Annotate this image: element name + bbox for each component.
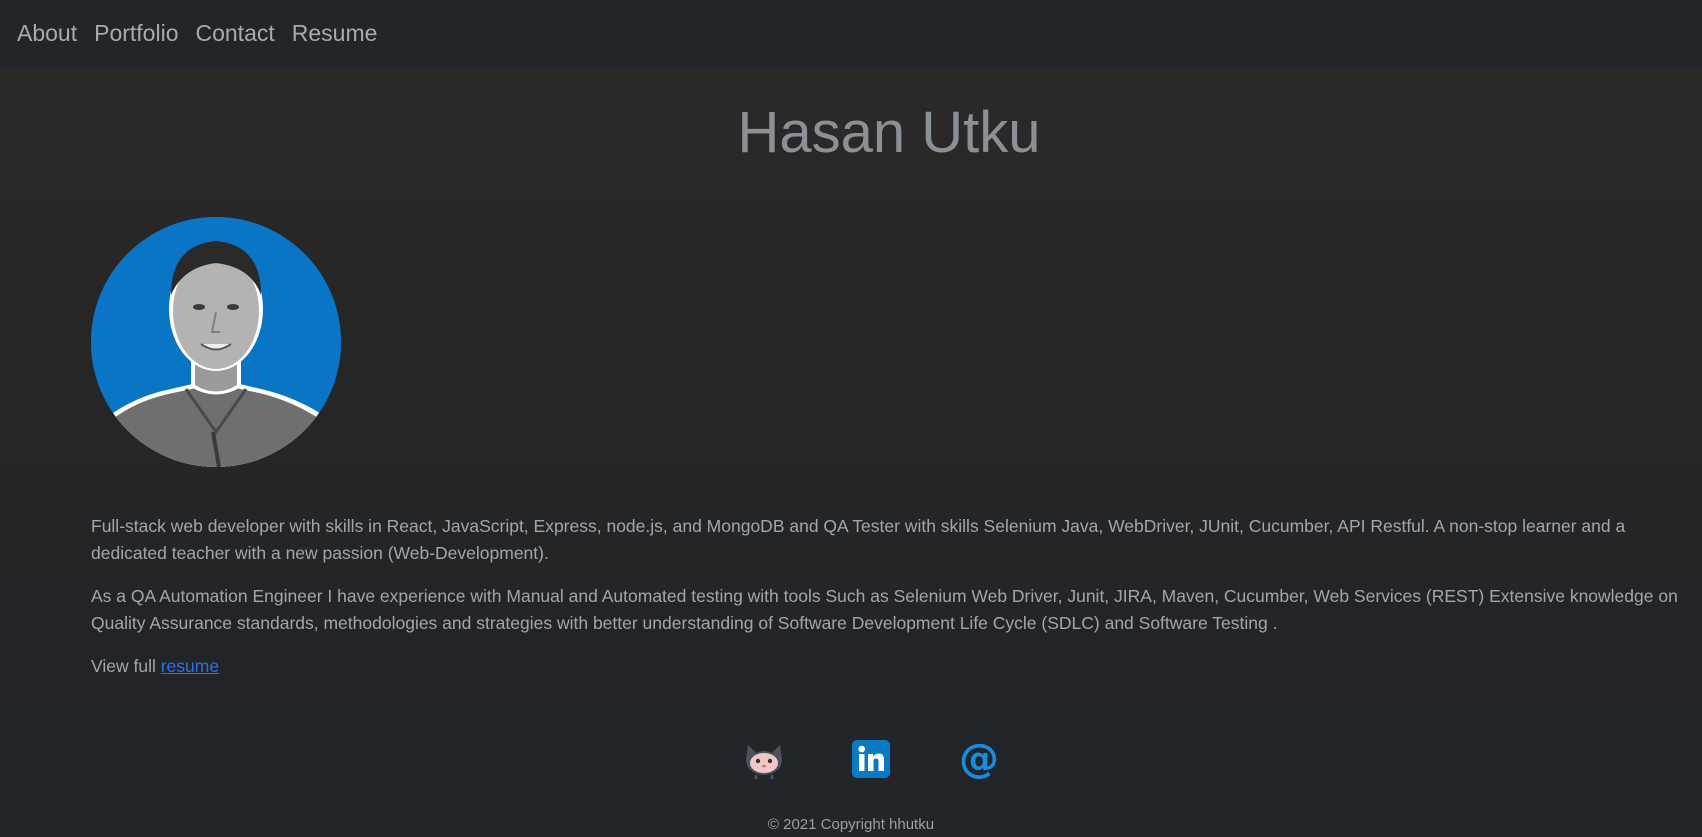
bio: Full-stack web developer with skills in …	[91, 513, 1681, 696]
bio-paragraph-skills: Full-stack web developer with skills in …	[91, 516, 1626, 563]
avatar	[91, 217, 341, 467]
copyright: © 2021 Copyright hhutku	[767, 816, 935, 833]
view-resume-prefix: View full	[91, 656, 156, 676]
resume-link[interactable]: resume	[161, 656, 219, 676]
nav-link-about[interactable]: About	[17, 20, 77, 47]
nav-link-contact[interactable]: Contact	[195, 20, 274, 47]
email-icon[interactable]: @	[957, 737, 1001, 781]
about-section: Hasan Utku Full-stack web developer with…	[0, 67, 1702, 717]
nav-link-resume[interactable]: Resume	[292, 20, 378, 47]
page-title: Hasan Utku	[737, 100, 1041, 165]
view-resume-line: View full resume	[91, 653, 1681, 680]
nav-link-portfolio[interactable]: Portfolio	[94, 20, 178, 47]
navbar: About Portfolio Contact Resume	[0, 0, 1702, 67]
linkedin-icon[interactable]	[849, 737, 893, 781]
footer: @ © 2021 Copyright hhutku	[0, 717, 1702, 837]
github-icon[interactable]	[742, 737, 786, 781]
bio-paragraph-qa: As a QA Automation Engineer I have exper…	[91, 586, 1678, 633]
